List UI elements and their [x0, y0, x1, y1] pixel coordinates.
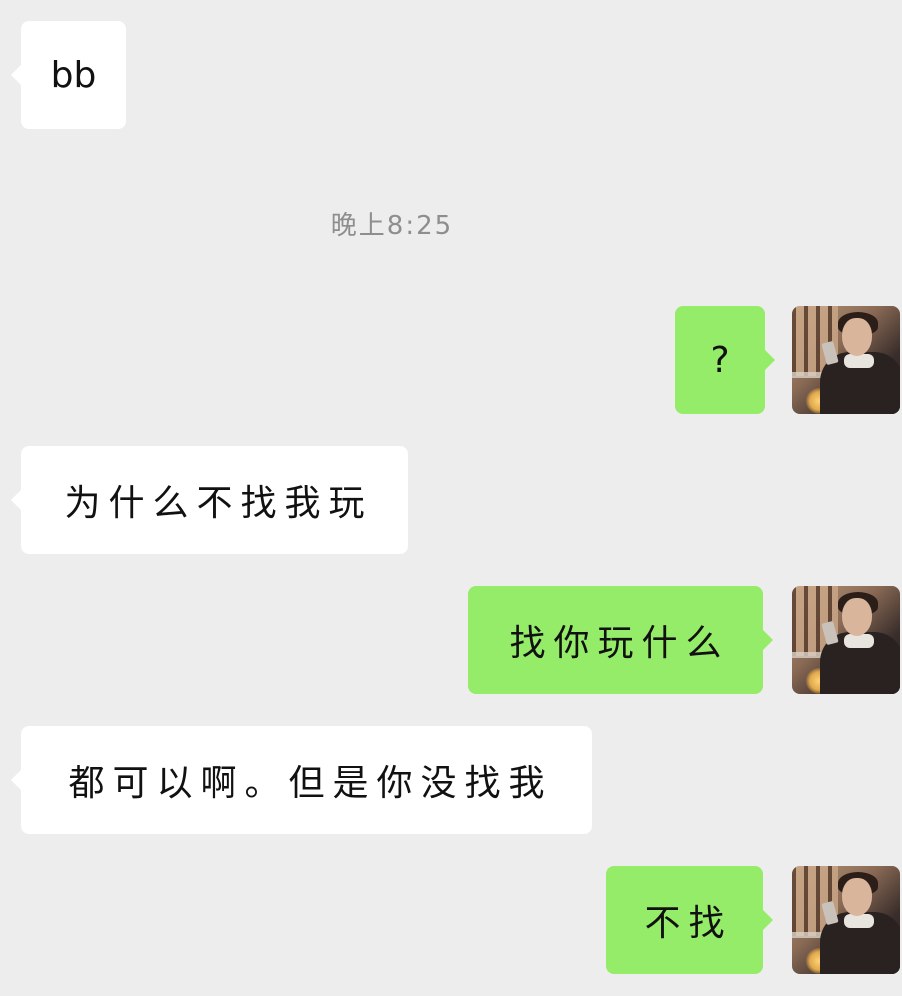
message-text: 找你玩什么	[509, 623, 730, 664]
incoming-message-bubble[interactable]: bb	[11, 21, 126, 129]
self-avatar[interactable]	[792, 586, 900, 694]
incoming-message-bubble[interactable]: 都可以啊。但是你没找我	[11, 726, 592, 834]
self-avatar[interactable]	[792, 306, 900, 414]
message-text: 不找	[644, 903, 733, 944]
message-text: 都可以啊。但是你没找我	[68, 763, 553, 804]
self-avatar[interactable]	[792, 866, 900, 974]
incoming-message-bubble[interactable]: 为什么不找我玩	[11, 446, 408, 554]
outgoing-message-bubble[interactable]: ?	[675, 306, 775, 414]
outgoing-message-bubble[interactable]: 找你玩什么	[468, 586, 773, 694]
message-text: bb	[50, 54, 97, 96]
message-text: 为什么不找我玩	[64, 483, 373, 524]
message-text: ?	[710, 339, 738, 381]
message-timestamp: 晚上8:25	[330, 211, 454, 241]
outgoing-message-bubble[interactable]: 不找	[606, 866, 773, 974]
